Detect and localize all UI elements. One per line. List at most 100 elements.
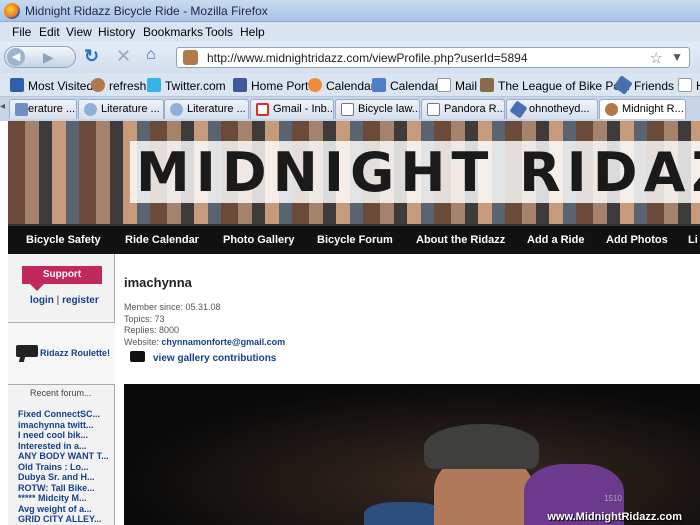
title-bar: Midnight Ridazz Bicycle Ride - Mozilla F… [0, 0, 700, 22]
paperclip-icon [509, 100, 528, 119]
bookmark-refresh[interactable]: refresh [91, 78, 146, 93]
register-link[interactable]: register [62, 295, 99, 306]
firefox-icon [4, 3, 20, 19]
avatar-icon [91, 78, 105, 92]
site-watermark: www.MidnightRidazz.com [547, 511, 682, 523]
link-separator: | [56, 295, 60, 306]
ridazz-roulette[interactable]: Ridazz Roulette! [8, 322, 115, 385]
menu-help[interactable]: Help [240, 25, 265, 39]
recent-forum-heading: Recent forum... [30, 388, 92, 398]
most-visited-icon [10, 78, 24, 92]
page-icon [678, 78, 692, 92]
website-link[interactable]: chynnamonforte@gmail.com [161, 337, 285, 347]
tab-literature-1[interactable]: erature ... [9, 99, 77, 119]
website-label: Website: [124, 336, 159, 347]
wikipedia-icon [341, 103, 354, 116]
nav-more[interactable]: Li [688, 234, 698, 246]
avatar-icon [605, 103, 618, 116]
gallery-link[interactable]: view gallery contributions [153, 353, 276, 364]
gallery-contributions[interactable]: view gallery contributions [130, 351, 276, 364]
photo-sign-text: 1510 [604, 494, 622, 503]
list-item[interactable]: GRID CITY ALLEY... [18, 514, 109, 525]
list-item[interactable]: Avg weight of a... [18, 504, 109, 515]
tab-ohnotheyd[interactable]: ohnotheyd... [506, 99, 598, 119]
tab-literature-3[interactable]: Literature ... [164, 99, 249, 119]
list-item[interactable]: I need cool bik... [18, 430, 109, 441]
tab-pandora[interactable]: Pandora R... [421, 99, 505, 119]
bookmark-home-port[interactable]: Home Port [233, 78, 308, 93]
replies-count: Replies: 8000 [124, 325, 180, 335]
menu-view[interactable]: View [66, 25, 92, 39]
bookmarks-toolbar: Most Visited refresh Twitter.com Home Po… [0, 73, 700, 97]
list-item[interactable]: Dubya Sr. and H... [18, 472, 109, 483]
navigation-toolbar: ◀ ▶ ↻ ✕ ⌂ http://www.midnightridazz.com/… [0, 42, 700, 73]
login-link[interactable]: login [30, 295, 54, 306]
nav-add-a-ride[interactable]: Add a Ride [527, 234, 584, 246]
league-icon [480, 78, 494, 92]
tab-bicycle-law[interactable]: Bicycle law... [335, 99, 420, 119]
url-dropdown-icon[interactable]: ▼ [671, 50, 683, 64]
site-nav: Bicycle Safety Ride Calendar Photo Galle… [8, 224, 700, 254]
nav-ride-calendar[interactable]: Ride Calendar [125, 234, 199, 246]
back-forward-group: ◀ ▶ [4, 46, 76, 68]
profile-username: imachynna [124, 275, 192, 290]
twitter-icon [147, 78, 161, 92]
paperclip-icon [613, 75, 633, 95]
home-icon[interactable]: ⌂ [146, 46, 168, 68]
photo-detail [364, 502, 444, 525]
site-banner: MIDNIGHT RIDAZ [8, 121, 700, 224]
profile-meta: Member since: 05.31.08 Topics: 73 Replie… [124, 302, 285, 348]
bookmark-calendar-1[interactable]: Calendar [308, 78, 375, 93]
list-item[interactable]: Old Trains : Lo... [18, 462, 109, 473]
site-logo[interactable]: MIDNIGHT RIDAZ [136, 141, 700, 204]
bookmark-h[interactable]: H [678, 78, 700, 93]
tab-gmail[interactable]: Gmail - Inb... [250, 99, 334, 119]
nav-bicycle-safety[interactable]: Bicycle Safety [26, 234, 101, 246]
recent-forum-list: Fixed ConnectSC... imachynna twitt... I … [18, 409, 109, 525]
url-bar[interactable]: http://www.midnightridazz.com/viewProfil… [176, 47, 690, 68]
pandora-icon [427, 103, 440, 116]
list-item[interactable]: Fixed ConnectSC... [18, 409, 109, 420]
tab-midnight-ridazz[interactable]: Midnight R... [599, 99, 686, 119]
support-button[interactable]: Support [22, 266, 102, 291]
menu-file[interactable]: File [12, 25, 31, 39]
stop-icon[interactable]: ✕ [116, 46, 136, 68]
nav-bicycle-forum[interactable]: Bicycle Forum [317, 234, 393, 246]
login-links: login | register [30, 295, 99, 306]
bookmark-star-icon[interactable]: ☆ [650, 49, 663, 67]
nav-add-photos[interactable]: Add Photos [606, 234, 668, 246]
menu-history[interactable]: History [98, 25, 135, 39]
menu-tools[interactable]: Tools [205, 25, 233, 39]
bookmark-twitter[interactable]: Twitter.com [147, 78, 226, 93]
bookmark-most-visited[interactable]: Most Visited [10, 78, 93, 93]
menu-edit[interactable]: Edit [39, 25, 60, 39]
bookmark-mail[interactable]: Mail [437, 78, 477, 93]
list-item[interactable]: ROTW: Tall Bike... [18, 483, 109, 494]
url-text[interactable]: http://www.midnightridazz.com/viewProfil… [207, 51, 528, 65]
list-item[interactable]: imachynna twitt... [18, 420, 109, 431]
menu-bookmarks[interactable]: Bookmarks [143, 25, 203, 39]
list-item[interactable]: ***** Midcity M... [18, 493, 109, 504]
sidebar: Support login | register Ridazz Roulette… [8, 254, 115, 525]
camera-icon [130, 351, 145, 362]
forward-arrow-icon[interactable]: ▶ [43, 49, 54, 66]
profile-photo: 1510 [124, 384, 700, 525]
photo-detail [424, 424, 539, 469]
calendar-icon [372, 78, 386, 92]
profile-content: imachynna Member since: 05.31.08 Topics:… [124, 254, 700, 525]
list-item[interactable]: Interested in a... [18, 441, 109, 452]
bookmark-friends[interactable]: Friends [613, 75, 674, 95]
nav-photo-gallery[interactable]: Photo Gallery [223, 234, 295, 246]
back-arrow-icon[interactable]: ◀ [7, 48, 25, 66]
tab-literature-2[interactable]: Literature ... [78, 99, 164, 119]
list-item[interactable]: ANY BODY WANT T... [18, 451, 109, 462]
bookmark-league-of-bike[interactable]: The League of Bike Po... [480, 78, 630, 93]
nav-about-the-ridazz[interactable]: About the Ridazz [416, 234, 505, 246]
web-page: MIDNIGHT RIDAZ Bicycle Safety Ride Calen… [0, 121, 700, 525]
reload-icon[interactable]: ↻ [84, 46, 104, 68]
roulette-link[interactable]: Ridazz Roulette! [40, 348, 110, 358]
bookmark-calendar-2[interactable]: Calendar [372, 78, 439, 93]
facebook-icon [233, 78, 247, 92]
member-since: Member since: 05.31.08 [124, 302, 221, 312]
gmail-icon [256, 103, 269, 116]
